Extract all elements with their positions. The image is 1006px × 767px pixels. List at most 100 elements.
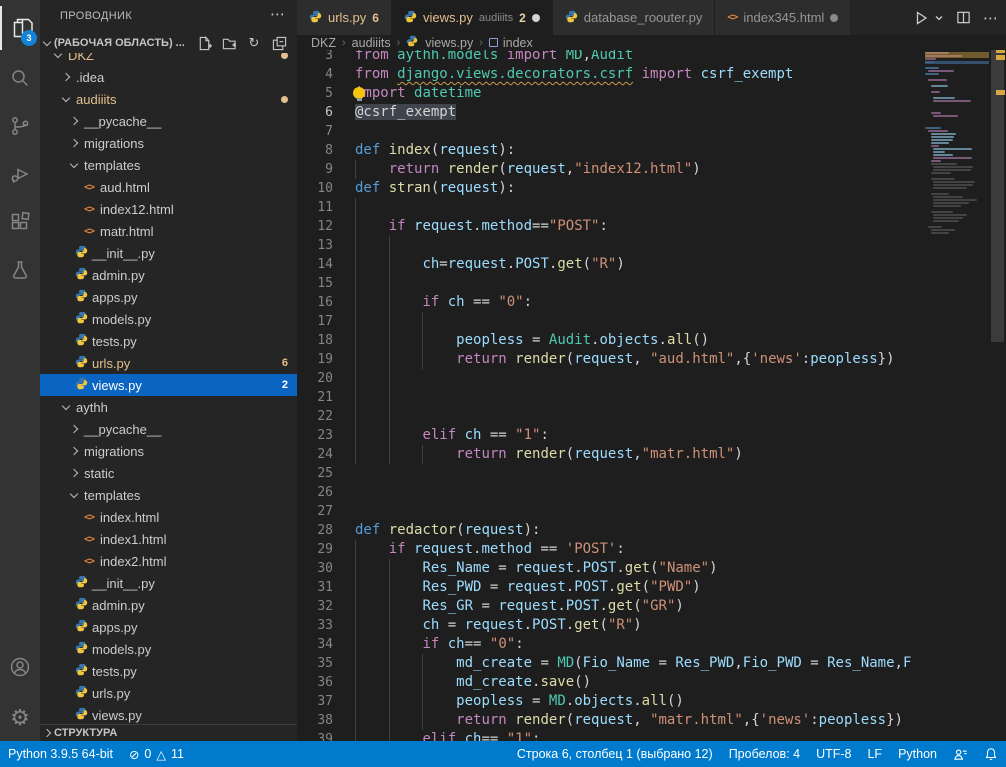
line-number[interactable]: 24 <box>297 445 333 464</box>
run-file-icon[interactable] <box>913 10 929 26</box>
tree-file-apps.py[interactable]: apps.py <box>40 616 297 638</box>
line-number[interactable]: 14 <box>297 255 333 274</box>
explorer-icon[interactable]: 3 <box>0 6 40 50</box>
tab-urls.py[interactable]: urls.py6 <box>297 0 392 35</box>
tree-file-admin.py[interactable]: admin.py <box>40 264 297 286</box>
tree-file-tests.py[interactable]: tests.py <box>40 330 297 352</box>
breadcrumb-item-DKZ[interactable]: DKZ <box>311 36 336 50</box>
tab-index345.html[interactable]: <>index345.html <box>715 0 851 35</box>
run-debug-icon[interactable] <box>0 152 40 196</box>
code-line-36[interactable]: 36 md_create.save() <box>297 673 989 692</box>
code-line-8[interactable]: 8def index(request): <box>297 141 989 160</box>
code-line-10[interactable]: 10def stran(request): <box>297 179 989 198</box>
breadcrumb-item-index[interactable]: index <box>503 36 533 50</box>
status-eol[interactable]: LF <box>859 741 890 767</box>
status-encoding[interactable]: UTF-8 <box>808 741 859 767</box>
tree-file-admin.py[interactable]: admin.py <box>40 594 297 616</box>
code-line-18[interactable]: 18 peopless = Audit.objects.all() <box>297 331 989 350</box>
code-line-5[interactable]: 5import datetime <box>297 84 989 103</box>
line-number[interactable]: 30 <box>297 559 333 578</box>
more-actions-icon[interactable]: ⋯ <box>983 9 998 27</box>
line-number[interactable]: 38 <box>297 711 333 730</box>
line-number[interactable]: 36 <box>297 673 333 692</box>
tree-folder-static[interactable]: static <box>40 462 297 484</box>
line-number[interactable]: 28 <box>297 521 333 540</box>
tree-file-aud.html[interactable]: <>aud.html <box>40 176 297 198</box>
tree-folder-migrations[interactable]: migrations <box>40 440 297 462</box>
line-number[interactable]: 10 <box>297 179 333 198</box>
line-number[interactable]: 37 <box>297 692 333 711</box>
status-indentation[interactable]: Пробелов: 4 <box>721 741 808 767</box>
breadcrumb[interactable]: DKZ›audiiits›views.py›index <box>297 35 1006 50</box>
extensions-icon[interactable] <box>0 200 40 244</box>
lightbulb-icon[interactable] <box>353 87 365 99</box>
run-dropdown-chevron-icon[interactable] <box>934 13 944 23</box>
tree-file-apps.py[interactable]: apps.py <box>40 286 297 308</box>
workspace-section-header[interactable]: (РАБОЧАЯ ОБЛАСТЬ) ... ↻ <box>40 33 297 53</box>
tree-folder-__pycache__[interactable]: __pycache__ <box>40 110 297 132</box>
tree-folder-aythh[interactable]: aythh <box>40 396 297 418</box>
breadcrumb-item-views.py[interactable]: views.py <box>425 36 473 50</box>
code-editor[interactable]: 3from aythh.models import MD,Audit4from … <box>297 35 989 741</box>
line-number[interactable]: 26 <box>297 483 333 502</box>
tree-file-urls.py[interactable]: urls.py <box>40 682 297 704</box>
source-control-icon[interactable] <box>0 104 40 148</box>
tree-file-views.py[interactable]: views.py2 <box>40 374 297 396</box>
line-number[interactable]: 32 <box>297 597 333 616</box>
status-notifications[interactable] <box>976 741 1006 767</box>
code-line-38[interactable]: 38 return render(request, "matr.html",{'… <box>297 711 989 730</box>
status-cursor-position[interactable]: Строка 6, столбец 1 (выбрано 12) <box>509 741 721 767</box>
tree-file-index1.html[interactable]: <>index1.html <box>40 528 297 550</box>
explorer-more-icon[interactable]: ⋯ <box>270 0 285 33</box>
line-number[interactable]: 8 <box>297 141 333 160</box>
line-number[interactable]: 21 <box>297 388 333 407</box>
code-line-4[interactable]: 4from django.views.decorators.csrf impor… <box>297 65 989 84</box>
new-file-icon[interactable] <box>196 35 212 51</box>
code-line-31[interactable]: 31 Res_PWD = request.POST.get("PWD") <box>297 578 989 597</box>
code-line-7[interactable]: 7 <box>297 122 989 141</box>
tree-file-models.py[interactable]: models.py <box>40 308 297 330</box>
code-line-13[interactable]: 13 <box>297 236 989 255</box>
line-number[interactable]: 5 <box>297 84 333 103</box>
minimap[interactable] <box>925 46 989 706</box>
line-number[interactable]: 34 <box>297 635 333 654</box>
search-icon[interactable] <box>0 56 40 100</box>
line-number[interactable]: 27 <box>297 502 333 521</box>
status-python-version[interactable]: Python 3.9.5 64-bit <box>0 741 121 767</box>
outline-section-header[interactable]: СТРУКТУРА <box>40 724 297 741</box>
code-line-12[interactable]: 12 if request.method=="POST": <box>297 217 989 236</box>
account-icon[interactable] <box>0 645 40 689</box>
tree-folder-__pycache__[interactable]: __pycache__ <box>40 418 297 440</box>
tree-folder-templates[interactable]: templates <box>40 154 297 176</box>
line-number[interactable]: 35 <box>297 654 333 673</box>
line-number[interactable]: 6 <box>297 103 333 122</box>
code-line-15[interactable]: 15 <box>297 274 989 293</box>
line-number[interactable]: 33 <box>297 616 333 635</box>
tree-folder-audiiits[interactable]: audiiits <box>40 88 297 110</box>
line-number[interactable]: 11 <box>297 198 333 217</box>
code-line-25[interactable]: 25 <box>297 464 989 483</box>
tree-file-__init__.py[interactable]: __init__.py <box>40 572 297 594</box>
tree-file-models.py[interactable]: models.py <box>40 638 297 660</box>
code-line-11[interactable]: 11 <box>297 198 989 217</box>
collapse-all-icon[interactable] <box>271 35 287 51</box>
line-number[interactable]: 31 <box>297 578 333 597</box>
line-number[interactable]: 22 <box>297 407 333 426</box>
code-line-21[interactable]: 21 <box>297 388 989 407</box>
tree-folder-.idea[interactable]: .idea <box>40 66 297 88</box>
status-problems[interactable]: ⊘0△11 <box>121 741 192 767</box>
dirty-dot-icon[interactable] <box>830 14 838 22</box>
code-line-30[interactable]: 30 Res_Name = request.POST.get("Name") <box>297 559 989 578</box>
code-line-27[interactable]: 27 <box>297 502 989 521</box>
code-line-34[interactable]: 34 if ch== "0": <box>297 635 989 654</box>
code-line-22[interactable]: 22 <box>297 407 989 426</box>
line-number[interactable]: 4 <box>297 65 333 84</box>
line-number[interactable]: 15 <box>297 274 333 293</box>
tree-file-matr.html[interactable]: <>matr.html <box>40 220 297 242</box>
code-line-35[interactable]: 35 md_create = MD(Fio_Name = Res_PWD,Fio… <box>297 654 989 673</box>
tab-database_roouter.py[interactable]: database_roouter.py <box>553 0 716 35</box>
tree-file-__init__.py[interactable]: __init__.py <box>40 242 297 264</box>
code-line-33[interactable]: 33 ch = request.POST.get("R") <box>297 616 989 635</box>
code-line-32[interactable]: 32 Res_GR = request.POST.get("GR") <box>297 597 989 616</box>
code-line-19[interactable]: 19 return render(request, "aud.html",{'n… <box>297 350 989 369</box>
